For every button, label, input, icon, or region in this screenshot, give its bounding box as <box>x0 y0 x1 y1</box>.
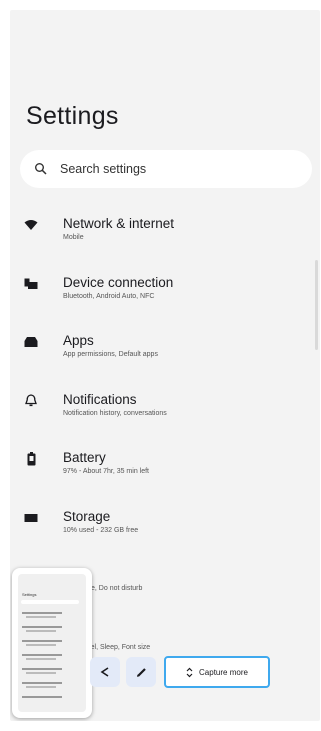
thumbnail-row <box>26 630 56 632</box>
storage-icon <box>24 511 38 525</box>
item-subtitle: App permissions, Default apps <box>63 351 158 358</box>
item-subtitle: Bluetooth, Android Auto, NFC <box>63 292 155 300</box>
bell-icon <box>24 394 38 408</box>
item-title: Apps <box>63 333 94 348</box>
thumbnail-row <box>22 682 62 684</box>
thumbnail-row <box>26 686 56 688</box>
share-icon <box>99 666 111 678</box>
settings-item-network[interactable]: Network & internet Mobile <box>10 212 320 271</box>
settings-item-storage[interactable]: Storage 10% used - 232 GB free <box>10 505 320 564</box>
thumbnail-row <box>26 644 56 646</box>
item-subtitle: Notification history, conversations <box>63 409 167 417</box>
edit-button[interactable] <box>126 657 156 687</box>
apps-icon <box>24 335 38 349</box>
thumbnail-row <box>26 658 56 660</box>
search-input[interactable] <box>58 161 282 177</box>
thumbnail-row <box>22 626 62 628</box>
thumbnail-row <box>22 668 62 670</box>
capture-more-label: Capture more <box>199 667 248 677</box>
settings-screen: Settings Network & internet Mobile Devic… <box>10 10 320 721</box>
page-title: Settings <box>26 102 119 130</box>
thumbnail-search <box>21 600 79 604</box>
item-title: Network & internet <box>63 216 175 231</box>
item-title: Notifications <box>63 391 137 407</box>
capture-more-button[interactable]: Capture more <box>164 656 270 688</box>
share-button[interactable] <box>90 657 120 687</box>
search-bar[interactable] <box>20 150 312 188</box>
thumbnail-row <box>26 616 56 618</box>
thumbnail-row <box>22 640 62 642</box>
pencil-icon <box>135 666 147 678</box>
thumbnail-row <box>22 612 62 614</box>
item-subtitle: 10% used - 232 GB free <box>63 526 139 534</box>
item-title: Device connection <box>63 274 174 290</box>
screenshot-thumbnail[interactable]: Settings <box>12 568 92 718</box>
settings-item-device-connection[interactable]: Device connection Bluetooth, Android Aut… <box>10 271 320 330</box>
thumbnail-row <box>22 696 62 698</box>
settings-item-notifications[interactable]: Notifications Notification history, conv… <box>10 388 320 447</box>
screenshot-toolbar: Capture more <box>90 653 270 691</box>
thumbnail-preview: Settings <box>18 574 86 712</box>
scrollbar[interactable] <box>315 260 318 350</box>
search-icon <box>34 162 48 176</box>
item-title: Battery <box>63 450 106 465</box>
battery-icon <box>24 452 38 466</box>
thumbnail-title: Settings <box>22 592 37 597</box>
item-subtitle: Mobile <box>63 234 84 241</box>
wifi-icon <box>24 218 38 232</box>
settings-item-battery[interactable]: Battery 97% - About 7hr, 35 min left <box>10 446 320 505</box>
thumbnail-row <box>22 654 62 656</box>
devices-icon <box>24 277 38 291</box>
expand-icon <box>186 667 193 678</box>
settings-item-apps[interactable]: Apps App permissions, Default apps <box>10 329 320 388</box>
item-subtitle: 97% - About 7hr, 35 min left <box>63 468 149 475</box>
item-title: Storage <box>63 508 111 524</box>
thumbnail-row <box>26 672 56 674</box>
